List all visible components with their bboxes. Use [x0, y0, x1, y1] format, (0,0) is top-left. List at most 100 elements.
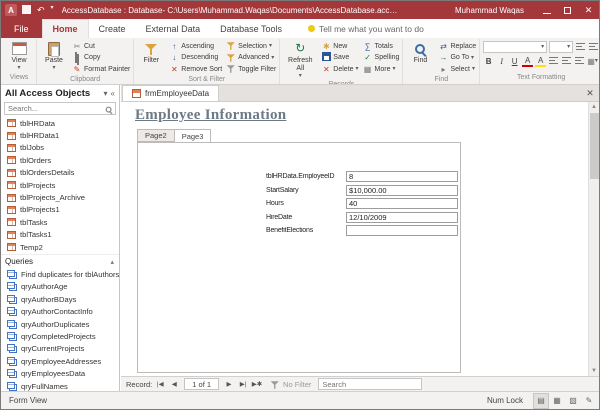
nav-item-query[interactable]: qryCompletedProjects: [1, 330, 119, 342]
scroll-up-icon[interactable]: ▲: [591, 102, 597, 112]
start-salary-input[interactable]: [346, 185, 458, 196]
filter-indicator[interactable]: No Filter: [270, 378, 311, 390]
nav-item-table[interactable]: tblProjects: [1, 179, 119, 191]
datasheet-view-button[interactable]: ▦: [549, 393, 565, 409]
last-record-icon[interactable]: ▶|: [237, 378, 249, 390]
align-left-button[interactable]: [548, 56, 559, 67]
nav-item-table[interactable]: tblJobs: [1, 142, 119, 154]
nav-item-query[interactable]: qryCurrentProjects: [1, 343, 119, 355]
replace-button[interactable]: ⇄ Replace: [438, 41, 476, 52]
remove-sort-button[interactable]: ✕ Remove Sort: [169, 64, 222, 75]
italic-button[interactable]: I: [496, 56, 507, 67]
go-to-button[interactable]: → Go To ▾: [438, 53, 476, 64]
align-center-button[interactable]: [561, 56, 572, 67]
tab-page3[interactable]: Page3: [174, 129, 212, 143]
align-right-button[interactable]: [574, 56, 585, 67]
nav-item-table[interactable]: tblOrdersDetails: [1, 167, 119, 179]
filter-button[interactable]: Filter: [137, 40, 165, 66]
nav-item-table[interactable]: tblHRData: [1, 117, 119, 129]
toggle-filter-button[interactable]: Toggle Filter: [226, 64, 276, 75]
maximize-icon[interactable]: [557, 1, 578, 19]
nav-search-box[interactable]: [4, 102, 116, 115]
tell-me-box[interactable]: Tell me what you want to do: [308, 19, 424, 38]
bold-button[interactable]: B: [483, 56, 494, 67]
previous-record-icon[interactable]: ◀: [168, 378, 180, 390]
new-blank-record-icon[interactable]: ▶✱: [251, 378, 263, 390]
nav-item-query[interactable]: qryEmployeeAddresses: [1, 355, 119, 367]
vertical-scrollbar[interactable]: ▲ ▼: [588, 102, 599, 376]
underline-button[interactable]: U: [509, 56, 520, 67]
delete-record-button[interactable]: ✕ Delete ▾: [321, 64, 358, 75]
scrollbar-thumb[interactable]: [590, 113, 599, 179]
benefit-elections-input[interactable]: [346, 225, 458, 236]
paste-button[interactable]: Paste ▾: [40, 40, 68, 72]
access-app-icon[interactable]: A: [5, 4, 17, 16]
chevron-down-icon[interactable]: ▾: [104, 89, 108, 98]
nav-item-table[interactable]: tblTasks1: [1, 229, 119, 241]
copy-button[interactable]: Copy: [72, 53, 130, 64]
signed-in-user[interactable]: Muhammad Waqas: [455, 6, 524, 15]
nav-item-query[interactable]: qryFullNames: [1, 380, 119, 391]
nav-item-query[interactable]: qryAuthorBDays: [1, 293, 119, 305]
select-button[interactable]: ▸ Select ▾: [438, 64, 476, 75]
ascending-button[interactable]: ↑ Ascending: [169, 41, 222, 52]
tab-home[interactable]: Home: [42, 19, 89, 38]
form-view-button[interactable]: ▤: [533, 393, 549, 409]
close-document-icon[interactable]: ✕: [581, 85, 599, 101]
record-search-input[interactable]: [319, 380, 421, 389]
tab-file[interactable]: File: [1, 19, 42, 38]
numbering-button[interactable]: [588, 42, 599, 53]
nav-item-table[interactable]: tblTasks: [1, 216, 119, 228]
minimize-icon[interactable]: [536, 1, 557, 19]
scroll-down-icon[interactable]: ▼: [591, 366, 597, 376]
qat-customize-icon[interactable]: ▾: [51, 5, 54, 16]
nav-item-query[interactable]: Find duplicates for tblAuthors: [1, 268, 119, 280]
record-search-box[interactable]: [318, 378, 422, 390]
font-size-combo[interactable]: ▾: [549, 41, 573, 53]
cut-button[interactable]: ✂ Cut: [72, 41, 130, 52]
more-button[interactable]: ▦ More ▾: [363, 64, 400, 75]
save-icon[interactable]: [22, 5, 31, 16]
nav-item-table[interactable]: Temp2: [1, 241, 119, 253]
nav-item-table[interactable]: tblHRData1: [1, 129, 119, 141]
document-tab-frmEmployeeData[interactable]: frmEmployeeData: [122, 85, 219, 101]
find-button[interactable]: Find: [406, 40, 434, 66]
spelling-button[interactable]: ✓ Spelling: [363, 53, 400, 64]
tab-create[interactable]: Create: [89, 19, 136, 38]
design-view-button[interactable]: ✎: [581, 393, 597, 409]
nav-item-query[interactable]: qryAuthorAge: [1, 281, 119, 293]
font-name-combo[interactable]: ▾: [483, 41, 547, 53]
nav-item-table[interactable]: tblOrders: [1, 154, 119, 166]
tab-page2[interactable]: Page2: [137, 129, 175, 142]
highlight-color-button[interactable]: A: [535, 55, 546, 67]
format-painter-button[interactable]: ✎ Format Painter: [72, 64, 130, 75]
nav-item-query[interactable]: qryAuthorDuplicates: [1, 318, 119, 330]
totals-button[interactable]: ∑ Totals: [363, 41, 400, 52]
gridlines-button[interactable]: ▦▾: [587, 56, 598, 67]
nav-section-queries[interactable]: Queries ▴: [1, 254, 119, 268]
tab-external-data[interactable]: External Data: [136, 19, 211, 38]
nav-item-query[interactable]: qryEmployeesData: [1, 367, 119, 379]
new-record-button[interactable]: ✱ New: [321, 41, 358, 52]
nav-pane-header[interactable]: All Access Objects ▾ «: [1, 85, 119, 101]
nav-item-table[interactable]: tblProjects_Archive: [1, 191, 119, 203]
hire-date-input[interactable]: [346, 212, 458, 223]
employee-id-input[interactable]: [346, 171, 458, 182]
bullets-button[interactable]: [575, 42, 586, 53]
nav-item-query[interactable]: qryAuthorContactInfo: [1, 305, 119, 317]
nav-search-input[interactable]: [8, 104, 102, 113]
first-record-icon[interactable]: |◀: [154, 378, 166, 390]
descending-button[interactable]: ↓ Descending: [169, 53, 222, 64]
font-color-button[interactable]: A: [522, 55, 533, 67]
next-record-icon[interactable]: ▶: [223, 378, 235, 390]
layout-view-button[interactable]: ▧: [565, 393, 581, 409]
view-button[interactable]: View ▾: [5, 40, 33, 72]
shutter-bar-close-icon[interactable]: «: [111, 89, 115, 98]
undo-icon[interactable]: ↶: [37, 5, 45, 16]
save-record-button[interactable]: Save: [321, 53, 358, 64]
tab-database-tools[interactable]: Database Tools: [210, 19, 292, 38]
hours-input[interactable]: [346, 198, 458, 209]
refresh-all-button[interactable]: ↻ Refresh All ▾: [283, 40, 317, 80]
close-icon[interactable]: ✕: [578, 1, 599, 19]
nav-item-table[interactable]: tblProjects1: [1, 204, 119, 216]
